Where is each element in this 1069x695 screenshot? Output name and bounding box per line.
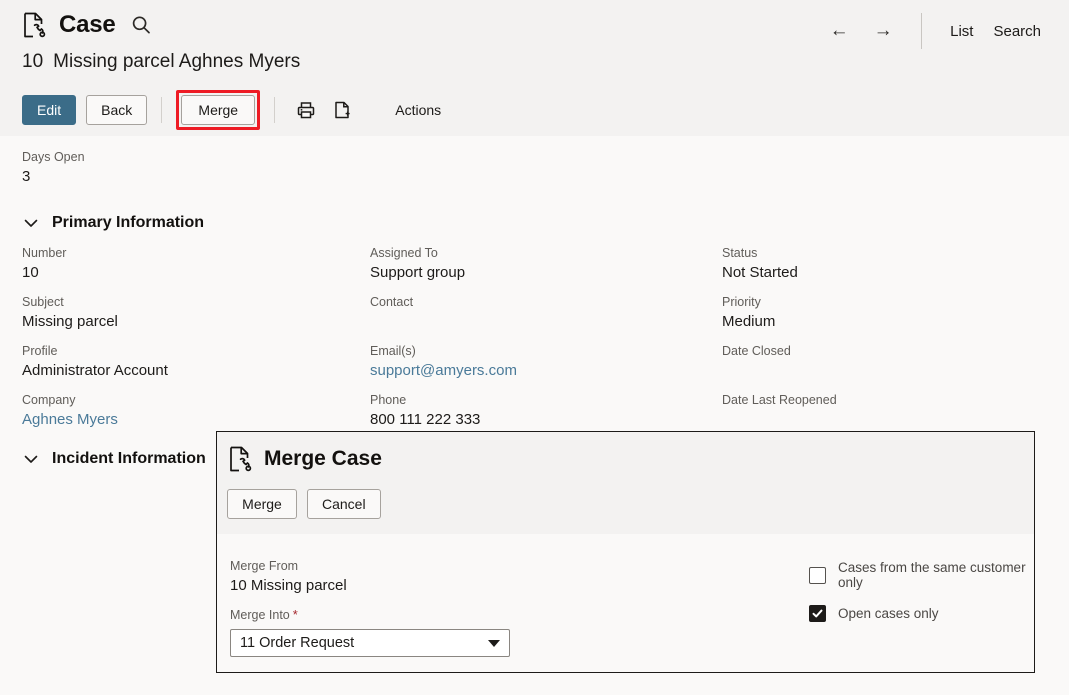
field-company: Company Aghnes Myers — [22, 391, 352, 431]
field-label: Merge From — [230, 559, 299, 573]
field-date-closed: Date Closed — [722, 342, 1052, 382]
checkbox-open-cases-only[interactable] — [809, 605, 826, 622]
field-value: 10 Missing parcel — [230, 577, 347, 594]
field-number: Number 10 — [22, 244, 352, 284]
dialog-title: Merge Case — [264, 447, 382, 470]
dialog-body: Merge From 10 Missing parcel Merge Into *… — [217, 534, 1034, 673]
edit-button[interactable]: Edit — [22, 95, 77, 125]
checkbox-same-customer[interactable] — [809, 566, 826, 584]
merge-case-dialog: Merge Case Merge Cancel Merge From 10 Mi… — [216, 431, 1035, 673]
record-name: Missing parcel Aghnes Myers — [53, 51, 301, 72]
field-contact: Contact — [370, 293, 700, 333]
header-navigation: ← → List Search — [817, 13, 1069, 49]
field-value: Administrator Account — [22, 362, 168, 379]
page-title: Case — [59, 11, 116, 38]
field-subject: Subject Missing parcel — [22, 293, 352, 333]
field-label: Priority — [722, 295, 761, 309]
nav-back-arrow-icon[interactable]: ← — [817, 14, 861, 48]
field-label: Email(s) — [370, 344, 416, 358]
field-label: Phone — [370, 393, 407, 407]
dialog-title-row: Merge Case — [228, 446, 382, 472]
merge-button[interactable]: Merge — [181, 95, 256, 125]
case-document-phone-icon — [22, 12, 46, 38]
printer-icon[interactable] — [291, 95, 321, 125]
checkbox-row-same-customer: Cases from the same customer only — [809, 560, 1034, 590]
field-value — [722, 409, 1052, 431]
field-value-link[interactable]: Aghnes Myers — [22, 409, 352, 431]
merge-into-selected-value: 11 Order Request — [240, 635, 355, 651]
chevron-down-icon — [488, 639, 500, 647]
field-assigned-to: Assigned To Support group — [370, 244, 700, 284]
case-document-phone-icon — [228, 446, 252, 472]
field-value: 3 — [22, 168, 31, 185]
section-header-primary-information[interactable]: Primary Information — [24, 214, 204, 232]
merge-into-select[interactable]: 11 Order Request — [230, 629, 510, 657]
required-asterisk: * — [292, 607, 298, 622]
field-priority: Priority Medium — [722, 293, 1052, 333]
new-document-icon[interactable] — [327, 95, 357, 125]
dialog-merge-button[interactable]: Merge — [227, 489, 297, 519]
field-value-link[interactable]: support@amyers.com — [370, 360, 700, 382]
dialog-button-bar: Merge Cancel — [227, 489, 391, 519]
dialog-header: Merge Case Merge Cancel — [217, 432, 1034, 534]
nav-divider — [921, 13, 923, 49]
dialog-form-fields: Merge From 10 Missing parcel Merge Into *… — [230, 557, 650, 657]
field-days-open: Days Open 3 — [22, 148, 85, 188]
chevron-down-icon — [24, 218, 38, 228]
checkbox-label: Cases from the same customer only — [838, 560, 1026, 590]
field-value: 10 — [22, 264, 39, 281]
chevron-down-icon — [24, 454, 38, 464]
record-subtitle: 10 Missing parcel Aghnes Myers — [22, 51, 300, 73]
nav-forward-arrow-icon[interactable]: → — [861, 14, 905, 48]
merge-into-label-text: Merge Into — [230, 608, 290, 622]
field-column-1: Number 10 Subject Missing parcel Profile… — [22, 244, 352, 440]
app-header: Case 10 Missing parcel Aghnes Myers ← → … — [0, 0, 1069, 136]
dialog-cancel-button[interactable]: Cancel — [307, 489, 381, 519]
field-label: Days Open — [22, 150, 85, 164]
field-date-last-reopened: Date Last Reopened — [722, 391, 1052, 431]
toolbar-divider-2 — [274, 97, 276, 123]
field-label: Status — [722, 246, 758, 260]
field-label: Company — [22, 393, 76, 407]
field-phone: Phone 800 111 222 333 — [370, 391, 700, 431]
field-label: Profile — [22, 344, 58, 358]
field-label: Date Last Reopened — [722, 393, 837, 407]
field-value — [722, 360, 1052, 382]
dialog-filter-options: Cases from the same customer only Open c… — [809, 560, 1034, 637]
record-toolbar: Edit Back Merge Actions — [0, 88, 1069, 132]
search-icon[interactable] — [129, 15, 151, 35]
field-label: Subject — [22, 295, 64, 309]
actions-menu[interactable]: Actions — [395, 102, 441, 118]
field-merge-from: Merge From 10 Missing parcel — [230, 557, 650, 597]
field-merge-into: Merge Into * 11 Order Request — [230, 606, 650, 657]
field-value — [370, 311, 700, 333]
field-emails: Email(s) support@amyers.com — [370, 342, 700, 382]
field-label: Assigned To — [370, 246, 438, 260]
section-title: Primary Information — [52, 214, 205, 231]
title-row: Case — [22, 12, 151, 38]
field-label: Date Closed — [722, 344, 791, 358]
nav-search-link[interactable]: Search — [983, 23, 1051, 40]
toolbar-divider-1 — [161, 97, 163, 123]
field-value: 800 111 222 333 — [370, 411, 481, 428]
record-number: 10 — [22, 51, 44, 72]
section-title: Incident Information — [52, 450, 206, 467]
section-header-incident-information[interactable]: Incident Information — [24, 450, 206, 468]
field-value: Not Started — [722, 264, 798, 281]
field-label: Contact — [370, 295, 414, 309]
field-value: Missing parcel — [22, 313, 118, 330]
nav-list-link[interactable]: List — [940, 23, 983, 40]
checkbox-label: Open cases only — [838, 606, 939, 621]
field-value: Support group — [370, 264, 466, 281]
checkbox-row-open-cases: Open cases only — [809, 605, 1034, 622]
field-label: Number — [22, 246, 67, 260]
back-button[interactable]: Back — [86, 95, 148, 125]
field-value: Medium — [722, 313, 776, 330]
merge-button-highlight: Merge — [176, 90, 261, 130]
field-profile: Profile Administrator Account — [22, 342, 352, 382]
field-column-2: Assigned To Support group Contact Email(… — [370, 244, 700, 440]
field-column-3: Status Not Started Priority Medium Date … — [722, 244, 1052, 440]
field-status: Status Not Started — [722, 244, 1052, 284]
field-label: Merge Into * — [230, 606, 650, 624]
